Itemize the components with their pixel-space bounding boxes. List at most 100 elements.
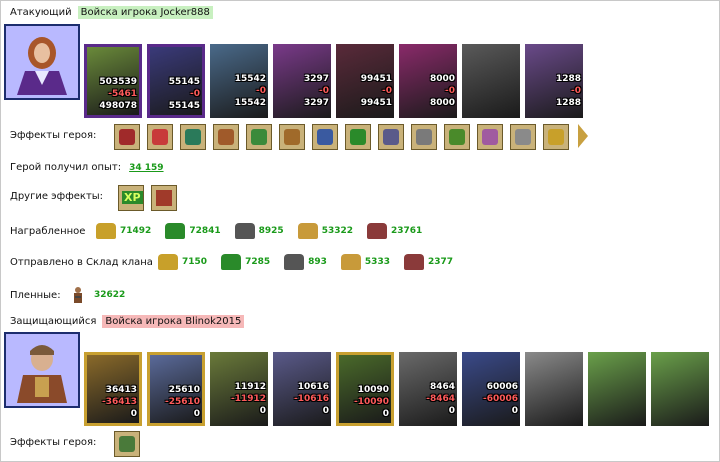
- unit-card[interactable]: 8464 -8464 0: [399, 352, 457, 426]
- handshake-icon-glyph: [218, 129, 234, 145]
- experience-label: Герой получил опыт:: [10, 162, 122, 173]
- unit-art-icon: [462, 44, 520, 118]
- resource-value: 71492: [120, 226, 152, 236]
- unit-count-n1: 503539: [99, 77, 137, 87]
- unit-count-n1: 60006: [486, 382, 518, 392]
- handshake-icon[interactable]: [213, 124, 239, 150]
- looted-row: Награбленное 71492 72841 8925 53322 23761: [10, 223, 436, 239]
- prisoners-value: 32622: [94, 290, 126, 300]
- unit-card[interactable]: 8000 -0 8000: [399, 44, 457, 118]
- unit-count-n2: -10616: [293, 394, 329, 404]
- scimitar-icon-glyph: [515, 129, 531, 145]
- unit-count-n2: -36413: [101, 397, 137, 407]
- unit-art-icon: [525, 352, 583, 426]
- prisoners-label: Пленные:: [10, 289, 61, 301]
- unit-card[interactable]: 60006 -60006 0: [462, 352, 520, 426]
- xp-badge-text: XP: [122, 191, 143, 204]
- hero-portrait-icon: [9, 337, 75, 403]
- resource-value: 72841: [189, 226, 221, 236]
- rune-icon[interactable]: [114, 124, 140, 150]
- resource-value: 23761: [391, 226, 423, 236]
- unit-card[interactable]: [588, 352, 646, 426]
- unit-count-n2: -0: [445, 86, 455, 96]
- unit-count-n1: 8000: [429, 74, 455, 84]
- sun-icon-glyph: [548, 129, 564, 145]
- unit-count-n3: 0: [322, 406, 329, 416]
- scroll-icon[interactable]: [114, 431, 140, 457]
- unit-card[interactable]: 36413 -36413 0: [84, 352, 142, 426]
- unit-count-n3: 0: [259, 406, 266, 416]
- resource-item: 71492: [96, 223, 151, 239]
- defender-header: Защищающийся Войска игрока Blinok2015: [10, 315, 245, 328]
- unit-count-n2: -0: [256, 86, 266, 96]
- resource-item: 7150: [158, 254, 207, 270]
- unit-count-n3: 0: [193, 409, 200, 419]
- defender-hero-portrait[interactable]: [4, 332, 80, 408]
- unit-card[interactable]: 10090 -10090 0: [336, 352, 394, 426]
- defender-hero-effects-row: Эффекты героя:: [10, 437, 96, 448]
- dice-icon[interactable]: [147, 124, 173, 150]
- ring-icon[interactable]: [444, 124, 470, 150]
- rune-icon-glyph: [119, 129, 135, 145]
- attacker-hero-portrait[interactable]: [4, 24, 80, 100]
- unit-count-n1: 10616: [297, 382, 329, 392]
- attacker-label: Атакующий: [10, 7, 72, 18]
- resource-value: 893: [308, 257, 327, 267]
- unit-card[interactable]: 15542 -0 15542: [210, 44, 268, 118]
- unit-count-n2: -0: [382, 86, 392, 96]
- handshake-icon[interactable]: [279, 124, 305, 150]
- experience-row: Герой получил опыт: 34 159: [10, 162, 164, 173]
- resource-value: 7150: [182, 257, 208, 267]
- unit-card[interactable]: 1288 -0 1288: [525, 44, 583, 118]
- unit-card[interactable]: 99451 -0 99451: [336, 44, 394, 118]
- attacker-header: Атакующий Войска игрока Jocker888: [10, 6, 213, 19]
- resource-item: 72841: [165, 223, 221, 239]
- xp-icon[interactable]: XP: [118, 185, 144, 211]
- unit-count-n1: 1288: [555, 74, 581, 84]
- wheat-icon: [297, 223, 318, 239]
- unit-card[interactable]: [525, 352, 583, 426]
- unit-card[interactable]: 55145 -0 55145: [147, 44, 205, 118]
- shield-icon-glyph: [185, 129, 201, 145]
- unit-card[interactable]: 25610 -25610 0: [147, 352, 205, 426]
- unit-count-n1: 11912: [234, 382, 266, 392]
- unit-count-n1: 8464: [429, 382, 455, 392]
- flower-icon[interactable]: [477, 124, 503, 150]
- ring-icon[interactable]: [345, 124, 371, 150]
- unit-count-n1: 36413: [105, 385, 137, 395]
- gold-icon: [96, 223, 116, 239]
- wood-icon: [165, 223, 186, 239]
- unit-count-n1: 3297: [303, 74, 329, 84]
- amulet-icon[interactable]: [378, 124, 404, 150]
- hero-portrait-icon: [9, 29, 75, 95]
- resource-item: 2377: [403, 254, 453, 270]
- sun-icon[interactable]: [543, 124, 569, 150]
- sword-scroll-icon[interactable]: [151, 185, 177, 211]
- experience-value[interactable]: 34 159: [129, 163, 163, 173]
- attacker-hero-effects-row: Эффекты героя:: [10, 130, 96, 141]
- unit-count-n3: 498078: [99, 101, 137, 111]
- effects-scroll-arrow-icon[interactable]: [578, 124, 588, 148]
- unit-art-icon: [651, 352, 709, 426]
- unit-count-n1: 10090: [357, 385, 389, 395]
- unit-count-n1: 99451: [360, 74, 392, 84]
- scimitar-icon[interactable]: [510, 124, 536, 150]
- unit-card[interactable]: [651, 352, 709, 426]
- unit-count-n3: 8000: [429, 98, 455, 108]
- hero-effects-label: Эффекты героя:: [10, 437, 97, 448]
- shield-icon[interactable]: [180, 124, 206, 150]
- unit-card[interactable]: 503539 -5461 498078: [84, 44, 142, 118]
- unit-count-n2: -0: [190, 89, 200, 99]
- ore-icon: [284, 254, 305, 270]
- unit-card[interactable]: [462, 44, 520, 118]
- unit-card[interactable]: 3297 -0 3297: [273, 44, 331, 118]
- glove-icon[interactable]: [312, 124, 338, 150]
- unit-card[interactable]: 10616 -10616 0: [273, 352, 331, 426]
- other-effects-label: Другие эффекты:: [10, 191, 104, 202]
- unit-card[interactable]: 11912 -11912 0: [210, 352, 268, 426]
- armor-icon[interactable]: [411, 124, 437, 150]
- unit-count-n1: 55145: [168, 77, 200, 87]
- gold-icon: [158, 254, 178, 270]
- sword-icon[interactable]: [246, 124, 272, 150]
- unit-count-n3: 0: [448, 406, 455, 416]
